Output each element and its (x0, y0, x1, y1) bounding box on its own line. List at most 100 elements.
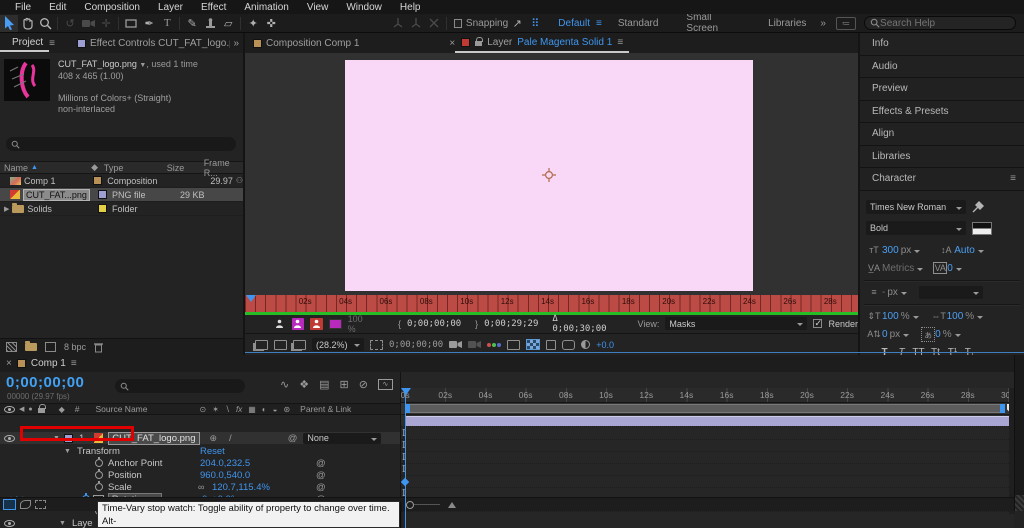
zoom-tool[interactable] (36, 15, 54, 32)
clone-stamp-tool[interactable] (201, 15, 219, 32)
hand-tool[interactable] (18, 15, 36, 32)
fill-over-stroke-swatch[interactable] (972, 222, 992, 235)
expand-in-point-icon[interactable] (3, 499, 16, 510)
out-point-icon[interactable]: } (475, 319, 478, 329)
menu-item[interactable]: Composition (75, 2, 149, 13)
tab-layer-prefix[interactable]: Layer (487, 37, 512, 48)
frame-blending-icon[interactable]: ▤ (319, 378, 329, 391)
tracking-value[interactable]: 0 (947, 263, 953, 274)
parent-pickwhip-icon[interactable]: @ (288, 433, 298, 444)
footage-thumbnail[interactable] (4, 59, 50, 101)
parent-link-column[interactable]: Parent & Link (300, 404, 351, 414)
font-size-value[interactable]: 300 (882, 245, 899, 256)
show-snapshot-icon[interactable] (468, 340, 481, 349)
tab-composition[interactable]: Composition Comp 1 (266, 38, 359, 49)
expression-pickwhip-icon[interactable]: @ (316, 482, 326, 493)
local-axis-mode[interactable] (389, 15, 407, 32)
current-time-display[interactable]: 0;00;00;00 (6, 374, 84, 391)
render-checkbox[interactable] (813, 319, 822, 328)
always-preview-icon[interactable] (255, 340, 268, 350)
view-person-red-icon[interactable] (310, 318, 323, 330)
source-name-column[interactable]: Source Name (96, 404, 148, 414)
project-tab-menu-icon[interactable]: ≡ (49, 38, 55, 49)
tab-project[interactable]: Project (0, 35, 49, 52)
project-tab-overflow-icon[interactable]: » (233, 38, 239, 49)
menu-item[interactable]: Animation (235, 2, 297, 13)
camera-tool[interactable] (79, 15, 97, 32)
position-stopwatch-icon[interactable] (95, 471, 103, 479)
transform-group-row[interactable]: ▼ Transform Reset (0, 445, 400, 457)
baseline-shift-value[interactable]: 0 (882, 329, 888, 340)
viewer-current-time[interactable]: 0;00;00;00 (389, 340, 443, 350)
expression-pickwhip-icon[interactable]: @ (316, 458, 326, 469)
number-column[interactable]: # (75, 404, 80, 414)
label-swatch-lavender[interactable] (98, 190, 107, 199)
anchor-point-stopwatch-icon[interactable] (95, 459, 103, 467)
stepper-caret-icon[interactable] (914, 250, 920, 256)
font-style-dropdown[interactable]: Bold (866, 221, 966, 235)
workspace-default[interactable]: Default (558, 18, 590, 29)
stepper-caret-icon[interactable] (978, 250, 984, 256)
character-menu-icon[interactable]: ≡ (1010, 173, 1016, 184)
workspace-standard[interactable]: Standard (618, 18, 659, 29)
tab-effect-controls[interactable]: Effect Controls CUT_FAT_logo.p (90, 38, 230, 49)
view-mode-dropdown[interactable]: Masks (665, 317, 807, 330)
frame-blend-toggle-icon[interactable] (20, 500, 31, 509)
puppet-pin-tool[interactable]: ✜ (262, 15, 280, 32)
column-frame-rate[interactable]: Frame R... (204, 158, 243, 178)
selection-tool[interactable] (0, 15, 18, 32)
show-channels-icon[interactable] (487, 343, 501, 347)
sidebar-panel-header[interactable]: Audio (860, 56, 1024, 79)
transform-reset-link[interactable]: Reset (200, 446, 225, 457)
timeline-search-box[interactable] (115, 379, 245, 393)
in-point-time[interactable]: 0;00;00;00 (407, 319, 461, 329)
mask-color-swatch[interactable] (329, 319, 342, 329)
type-tool[interactable]: T (158, 15, 176, 32)
mirror-viewer-icon[interactable] (293, 340, 306, 350)
stepper-caret-icon[interactable] (903, 334, 909, 340)
position-value[interactable]: 960.0,540.0 (200, 470, 250, 481)
help-search-input[interactable] (880, 18, 1010, 29)
transform-group-label[interactable]: Transform (77, 446, 120, 457)
help-search-box[interactable] (864, 16, 1016, 30)
resolution-icon[interactable] (507, 340, 520, 350)
label-swatch-tan[interactable] (93, 176, 102, 185)
layer-quality-icon[interactable]: / (229, 433, 232, 444)
workspace-libraries[interactable]: Libraries (768, 18, 806, 29)
scale-stopwatch-icon[interactable] (95, 483, 103, 491)
timeline-search-input[interactable] (133, 381, 233, 391)
graph-editor-icon[interactable]: ∿ (378, 379, 393, 390)
menu-item[interactable]: Effect (192, 2, 235, 13)
new-composition-icon[interactable] (45, 342, 56, 352)
snapshot-camera-icon[interactable] (449, 340, 462, 349)
sidebar-panel-header[interactable]: Libraries (860, 146, 1024, 169)
workspace-small-screen[interactable]: Small Screen (686, 12, 740, 34)
layer-playhead-icon[interactable] (246, 295, 256, 307)
tsume-value[interactable]: 0 (935, 329, 941, 340)
timeline-tab-menu-icon[interactable]: ≡ (71, 358, 77, 369)
zoom-in-mountain-icon[interactable] (448, 502, 456, 508)
menu-item[interactable]: View (298, 2, 338, 13)
workspace-overflow-icon[interactable]: » (820, 18, 826, 29)
trash-icon[interactable] (94, 342, 103, 353)
playhead-head-icon[interactable] (401, 388, 411, 400)
rectangle-tool[interactable] (122, 15, 140, 32)
tab-layer-name[interactable]: Pale Magenta Solid 1 (517, 37, 612, 48)
column-name[interactable]: Name (4, 163, 28, 173)
horizontal-scale-value[interactable]: 100 (947, 311, 964, 322)
in-point-icon[interactable]: { (398, 319, 401, 329)
character-panel-header[interactable]: Character ≡ (860, 168, 1024, 191)
world-axis-mode[interactable] (407, 15, 425, 32)
stepper-caret-icon[interactable] (977, 316, 983, 322)
stepper-caret-icon[interactable] (917, 268, 923, 274)
brainstorm-icon[interactable]: ⊘ (359, 378, 368, 391)
label-column-icon[interactable]: ◆ (85, 162, 103, 173)
project-search-input[interactable] (24, 139, 224, 149)
sidebar-panel-header[interactable]: Preview (860, 78, 1024, 101)
eyedropper-icon[interactable] (972, 201, 984, 213)
label-swatch-yellow[interactable] (98, 204, 107, 213)
lock-icon[interactable] (475, 41, 482, 46)
draft-3d-icon[interactable]: ❖ (299, 378, 309, 391)
anchor-point-row[interactable]: Anchor Point 204.0,232.5 @ (0, 457, 400, 469)
project-bit-depth[interactable]: 8 bpc (64, 342, 86, 352)
